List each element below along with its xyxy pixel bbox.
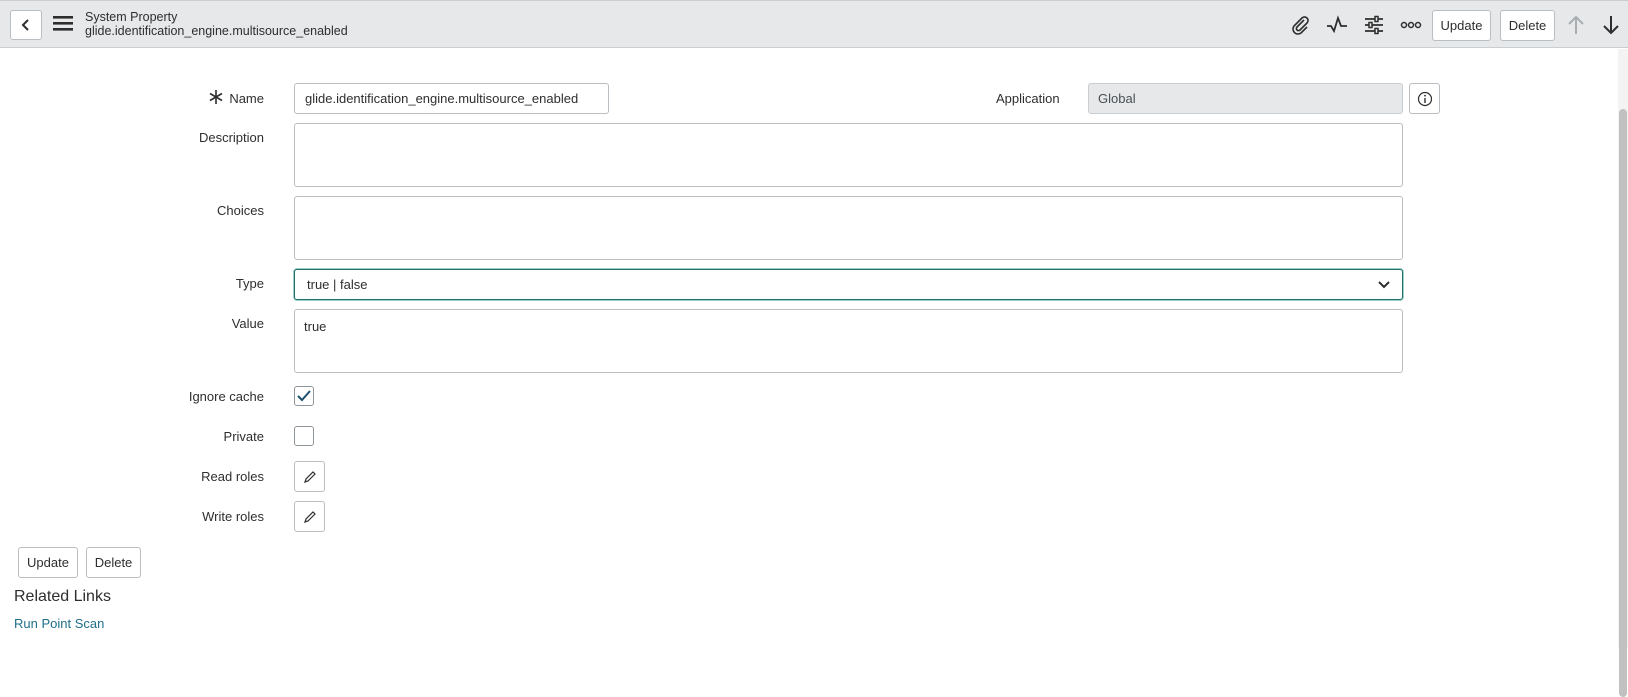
more-options-button[interactable] (1397, 11, 1425, 39)
pencil-icon (303, 510, 316, 523)
personalize-form-button[interactable] (1360, 11, 1388, 39)
paperclip-icon (1292, 16, 1309, 35)
private-label: Private (223, 429, 264, 444)
name-label: Name (229, 91, 264, 106)
page-scrollbar[interactable] (1618, 49, 1628, 697)
run-point-scan-link[interactable]: Run Point Scan (14, 616, 104, 631)
choices-label: Choices (217, 203, 264, 218)
footer-update-button[interactable]: Update (18, 547, 78, 578)
header-delete-button[interactable]: Delete (1500, 10, 1555, 41)
read-roles-edit-button[interactable] (294, 461, 325, 492)
activity-icon (1327, 15, 1347, 34)
description-textarea[interactable] (294, 123, 1403, 187)
private-checkbox[interactable] (294, 426, 314, 446)
previous-record-button[interactable] (1562, 11, 1590, 39)
arrow-up-icon (1568, 15, 1584, 34)
pencil-icon (303, 470, 316, 483)
application-field: Global (1088, 83, 1403, 114)
form-header: System Property glide.identification_eng… (0, 0, 1628, 48)
header-update-button[interactable]: Update (1432, 10, 1491, 41)
value-label: Value (231, 316, 264, 331)
info-icon (1417, 91, 1432, 106)
type-selected-value: true | false (307, 277, 368, 292)
ignore-cache-checkbox[interactable] (294, 386, 314, 406)
sliders-icon (1365, 15, 1383, 35)
ignore-cache-label: Ignore cache (188, 389, 264, 404)
footer-delete-button[interactable]: Delete (86, 547, 141, 578)
chevron-left-icon (21, 19, 29, 31)
related-links-title: Related Links (14, 588, 111, 605)
hamburger-menu-button[interactable] (52, 13, 76, 37)
description-label: Description (198, 130, 264, 145)
mandatory-asterisk-icon (208, 89, 224, 105)
type-label: Type (235, 276, 264, 291)
more-icon (1400, 21, 1422, 29)
record-name-subtitle: glide.identification_engine.multisource_… (85, 24, 348, 38)
application-label: Application (996, 91, 1060, 106)
type-select[interactable]: true | false (294, 269, 1403, 300)
value-textarea[interactable]: true (294, 309, 1403, 373)
scrollbar-thumb[interactable] (1619, 109, 1627, 697)
read-roles-label: Read roles (201, 469, 264, 484)
checkmark-icon (297, 390, 311, 402)
back-button[interactable] (10, 10, 42, 40)
next-record-button[interactable] (1597, 11, 1625, 39)
write-roles-label: Write roles (202, 509, 264, 524)
write-roles-edit-button[interactable] (294, 501, 325, 532)
arrow-down-icon (1603, 16, 1619, 35)
chevron-down-icon (1378, 280, 1390, 288)
name-input[interactable]: glide.identification_engine.multisource_… (294, 83, 609, 114)
attachment-button[interactable] (1286, 11, 1314, 39)
activity-stream-button[interactable] (1323, 11, 1351, 39)
choices-textarea[interactable] (294, 196, 1403, 260)
record-type-title: System Property (85, 10, 178, 24)
hamburger-menu-icon (53, 16, 73, 31)
application-info-button[interactable] (1409, 83, 1440, 114)
